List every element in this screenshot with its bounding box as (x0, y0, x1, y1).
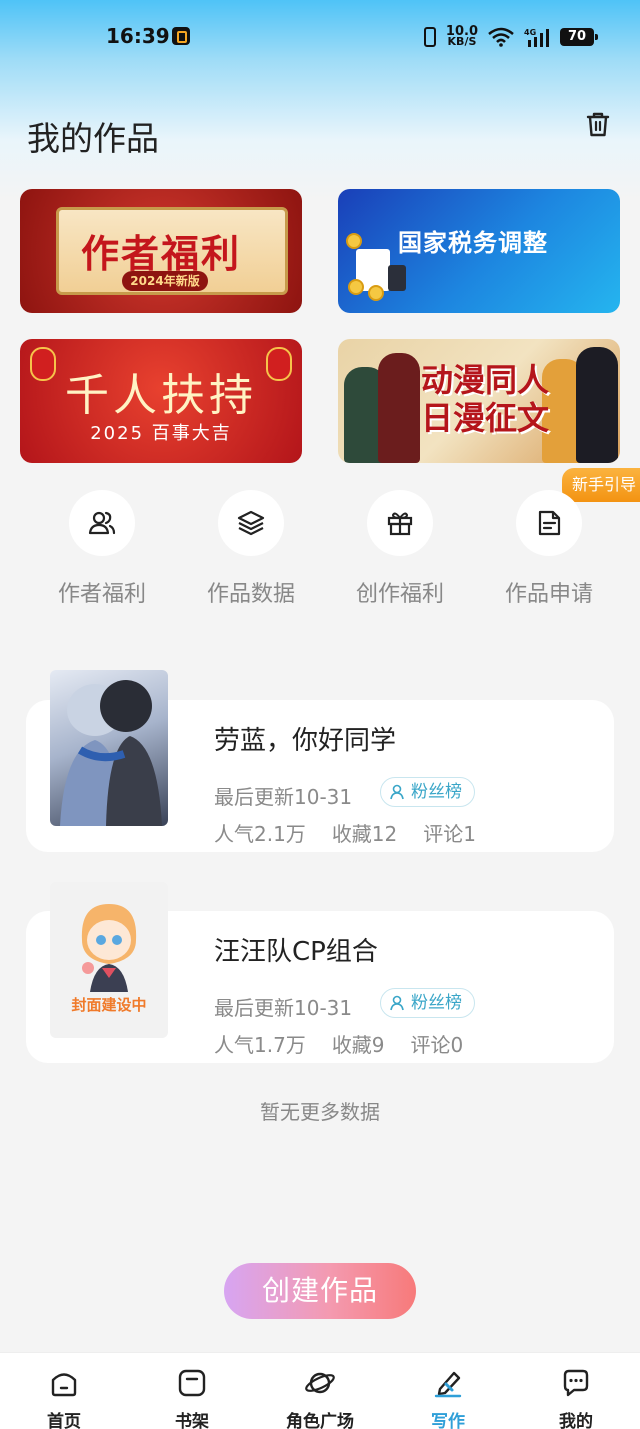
user-icon (390, 995, 404, 1011)
work-stats: 人气2.1万 收藏12 评论1 (214, 818, 502, 847)
page-title: 我的作品 (27, 119, 159, 158)
banner-title: 作者福利 (80, 232, 241, 276)
app-notification-icon (172, 27, 190, 45)
banner-subtitle: 2024年新版 (122, 271, 208, 291)
gift-icon (387, 512, 413, 536)
nav-character-square[interactable]: 角色广场 (270, 1367, 370, 1429)
coin-icon (368, 285, 384, 301)
status-icons: 10.0 KB/S 4G 70 (423, 24, 598, 50)
work-title: 汪汪队CP组合 (214, 937, 378, 967)
network-speed: 10.0 KB/S (445, 24, 478, 48)
favorites-count: 收藏9 (331, 1033, 385, 1057)
comments-count: 评论0 (410, 1033, 464, 1057)
layers-icon (237, 510, 265, 536)
quick-action-label: 作者福利 (57, 582, 146, 607)
wifi-icon (488, 27, 514, 47)
banner-thousand-support[interactable]: 千人扶持 2025 百事大吉 (20, 339, 302, 463)
work-title: 劳蓝，你好同学 (214, 726, 397, 756)
coin-icon (346, 233, 362, 249)
work-last-updated: 最后更新10-31 (214, 996, 353, 1020)
quick-action-label: 创作福利 (355, 582, 444, 607)
banner-anime-contest[interactable]: 动漫同人 日漫征文 (338, 339, 620, 463)
nav-bookshelf[interactable]: 书架 (142, 1367, 242, 1429)
banner-author-benefits[interactable]: 作者福利 2024年新版 (20, 189, 302, 313)
document-icon (538, 510, 561, 536)
quick-action-label: 作品申请 (504, 582, 593, 607)
banner-title: 国家税务调整 (398, 229, 548, 257)
work-cover-image[interactable] (50, 670, 168, 826)
create-work-button[interactable]: 创建作品 (224, 1263, 416, 1319)
fans-ranking-button[interactable]: 粉丝榜 (380, 988, 475, 1018)
work-last-updated: 最后更新10-31 (214, 785, 353, 809)
comments-count: 评论1 (423, 822, 476, 846)
quick-action-label: 作品数据 (206, 582, 295, 607)
character-illustration (576, 347, 618, 463)
no-more-data-text: 暂无更多数据 (260, 1100, 380, 1124)
work-cover-placeholder[interactable]: 封面建设中 (50, 882, 168, 1038)
quick-action-work-application[interactable]: 作品申请 (489, 490, 609, 608)
svg-text:4G: 4G (524, 28, 536, 37)
quick-action-creation-benefits[interactable]: 创作福利 (340, 490, 460, 608)
quick-action-work-data[interactable]: 作品数据 (191, 490, 311, 608)
users-icon (88, 511, 116, 535)
coin-icon (348, 279, 364, 295)
pen-icon (434, 1371, 462, 1398)
calculator-illustration (388, 265, 406, 291)
vibrate-icon (423, 27, 436, 47)
trash-icon[interactable] (582, 108, 614, 140)
fans-ranking-label: 粉丝榜 (411, 993, 462, 1013)
popularity-count: 人气2.1万 (214, 822, 306, 846)
favorites-count: 收藏12 (331, 822, 398, 846)
home-icon (51, 1373, 77, 1397)
status-time: 16:39 (106, 24, 170, 48)
nav-writing[interactable]: 写作 (398, 1367, 498, 1429)
signal-icon: 4G (524, 28, 549, 47)
banner-tax-adjustment[interactable]: 国家税务调整 (338, 189, 620, 313)
cover-placeholder-text: 封面建设中 (71, 996, 147, 1014)
chat-bubble-icon (563, 1369, 589, 1397)
quick-action-author-benefits[interactable]: 作者福利 (42, 490, 162, 608)
work-stats: 人气1.7万 收藏9 评论0 (214, 1029, 489, 1058)
popularity-count: 人气1.7万 (214, 1033, 306, 1057)
nav-profile[interactable]: 我的 (526, 1367, 626, 1429)
planet-icon (305, 1372, 335, 1394)
fans-ranking-button[interactable]: 粉丝榜 (380, 777, 475, 807)
bottom-navigation: 首页 书架 角色广场 写作 我的 (0, 1352, 640, 1429)
banner-title: 千人扶持 (65, 370, 257, 421)
user-icon (390, 784, 404, 800)
banner-title: 动漫同人 日漫征文 (420, 361, 549, 437)
bookshelf-icon (178, 1369, 206, 1397)
battery-icon: 70 (560, 28, 598, 46)
fans-ranking-label: 粉丝榜 (411, 782, 462, 802)
banner-subtitle: 2025 百事大吉 (90, 423, 232, 444)
nav-home[interactable]: 首页 (14, 1367, 114, 1429)
status-bar: 16:39 10.0 KB/S 4G 70 (0, 0, 640, 72)
